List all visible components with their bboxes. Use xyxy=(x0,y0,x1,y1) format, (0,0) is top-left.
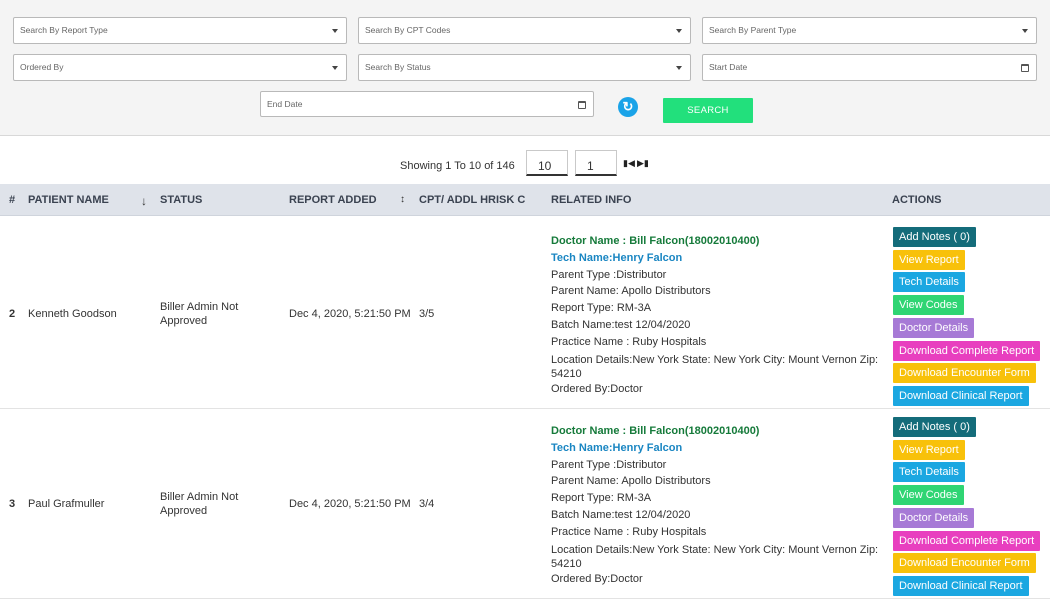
sort-arrow-down-icon[interactable]: ↓ xyxy=(141,194,147,208)
parent-type-select[interactable]: Search By Parent Type xyxy=(702,17,1037,44)
doctor-name: Doctor Name : Bill Falcon(18002010400) xyxy=(551,425,760,437)
location-zip: 54210 xyxy=(551,367,582,380)
download-encounter-form-button[interactable]: Download Encounter Form xyxy=(893,363,1036,383)
ordered-by-placeholder: Ordered By xyxy=(20,62,64,72)
header-related-info: RELATED INFO xyxy=(551,194,632,206)
status-select[interactable]: Search By Status xyxy=(358,54,691,81)
parent-name: Parent Name: Apollo Distributors xyxy=(551,475,711,488)
related-info: Doctor Name : Bill Falcon(18002010400) T… xyxy=(551,423,881,587)
end-date-input[interactable]: End Date xyxy=(260,91,594,117)
ordered-by-select[interactable]: Ordered By xyxy=(13,54,347,81)
chevron-down-icon xyxy=(676,29,682,33)
pagination: Showing 1 To 10 of 146 10 1 ▮◀ ▶▮ xyxy=(0,150,1050,180)
practice-name: Practice Name : Ruby Hospitals xyxy=(551,525,707,538)
chevron-down-icon xyxy=(1022,29,1028,33)
report-type-select[interactable]: Search By Report Type xyxy=(13,17,347,44)
location-details: Location Details:New York State: New Yor… xyxy=(551,543,879,556)
tech-details-button[interactable]: Tech Details xyxy=(893,462,965,482)
page-number-input[interactable]: 1 xyxy=(575,150,617,176)
doctor-details-button[interactable]: Doctor Details xyxy=(893,508,975,528)
calendar-icon[interactable] xyxy=(1021,64,1029,72)
doctor-name: Doctor Name : Bill Falcon(18002010400) xyxy=(551,235,760,247)
status-line1: Biller Admin Not xyxy=(160,301,239,313)
cpt-codes-placeholder: Search By CPT Codes xyxy=(365,25,451,35)
report-added: Dec 4, 2020, 5:21:50 PM xyxy=(289,498,411,510)
cpt-codes-select[interactable]: Search By CPT Codes xyxy=(358,17,691,44)
view-report-button[interactable]: View Report xyxy=(893,250,965,270)
patient-name: Paul Grafmuller xyxy=(28,498,105,510)
chevron-down-icon xyxy=(676,66,682,70)
download-complete-report-button[interactable]: Download Complete Report xyxy=(893,531,1041,551)
row-index: 2 xyxy=(9,308,16,320)
related-info: Doctor Name : Bill Falcon(18002010400) T… xyxy=(551,233,881,397)
page-size-input[interactable]: 10 xyxy=(526,150,568,176)
table-row: 2 Kenneth Goodson Biller Admin Not Appro… xyxy=(0,219,1050,409)
refresh-icon[interactable]: ↻ xyxy=(618,97,638,117)
pagination-summary: Showing 1 To 10 of 146 xyxy=(400,160,515,172)
download-clinical-report-button[interactable]: Download Clinical Report xyxy=(893,576,1029,596)
location-zip: 54210 xyxy=(551,557,582,570)
tech-name: Tech Name:Henry Falcon xyxy=(551,251,683,264)
download-clinical-report-button[interactable]: Download Clinical Report xyxy=(893,386,1029,406)
cpt-value: 3/5 xyxy=(419,308,435,320)
chevron-down-icon xyxy=(332,66,338,70)
add-notes-button[interactable]: Add Notes ( 0) xyxy=(893,227,976,247)
sort-toggle-icon[interactable]: ↕ xyxy=(400,194,405,205)
header-patient-name[interactable]: PATIENT NAME xyxy=(28,194,109,206)
status-placeholder: Search By Status xyxy=(365,62,431,72)
report-added: Dec 4, 2020, 5:21:50 PM xyxy=(289,308,411,320)
end-date-placeholder: End Date xyxy=(267,99,303,109)
location-details: Location Details:New York State: New Yor… xyxy=(551,353,879,366)
parent-name: Parent Name: Apollo Distributors xyxy=(551,285,711,298)
start-date-input[interactable]: Start Date xyxy=(702,54,1037,81)
ordered-by: Ordered By:Doctor xyxy=(551,382,643,395)
report-type: Report Type: RM-3A xyxy=(551,492,652,505)
view-codes-button[interactable]: View Codes xyxy=(893,485,964,505)
download-complete-report-button[interactable]: Download Complete Report xyxy=(893,341,1041,361)
cpt-value: 3/4 xyxy=(419,498,435,510)
header-cpt[interactable]: CPT/ ADDL HRISK C xyxy=(419,194,525,206)
header-index: # xyxy=(9,194,16,206)
patient-name: Kenneth Goodson xyxy=(28,308,117,320)
parent-type: Parent Type :Distributor xyxy=(551,268,667,281)
tech-details-button[interactable]: Tech Details xyxy=(893,272,965,292)
start-date-placeholder: Start Date xyxy=(709,62,748,72)
batch-name: Batch Name:test 12/04/2020 xyxy=(551,318,691,331)
practice-name: Practice Name : Ruby Hospitals xyxy=(551,335,707,348)
status-line2: Approved xyxy=(160,315,208,327)
status-line2: Approved xyxy=(160,505,208,517)
tech-name: Tech Name:Henry Falcon xyxy=(551,441,683,454)
calendar-icon[interactable] xyxy=(578,101,586,109)
last-page-icon[interactable]: ▶▮ xyxy=(637,158,649,169)
first-page-icon[interactable]: ▮◀ xyxy=(623,158,635,169)
report-type: Report Type: RM-3A xyxy=(551,302,652,315)
header-report-added[interactable]: REPORT ADDED xyxy=(289,194,377,206)
status-line1: Biller Admin Not xyxy=(160,491,239,503)
download-encounter-form-button[interactable]: Download Encounter Form xyxy=(893,553,1036,573)
doctor-details-button[interactable]: Doctor Details xyxy=(893,318,975,338)
table-row: 3 Paul Grafmuller Biller Admin Not Appro… xyxy=(0,409,1050,599)
parent-type: Parent Type :Distributor xyxy=(551,458,667,471)
chevron-down-icon xyxy=(332,29,338,33)
view-report-button[interactable]: View Report xyxy=(893,440,965,460)
filter-panel: Search By Report Type Search By CPT Code… xyxy=(0,0,1050,136)
add-notes-button[interactable]: Add Notes ( 0) xyxy=(893,417,976,437)
row-index: 3 xyxy=(9,498,16,510)
report-type-placeholder: Search By Report Type xyxy=(20,25,108,35)
batch-name: Batch Name:test 12/04/2020 xyxy=(551,508,691,521)
ordered-by: Ordered By:Doctor xyxy=(551,572,643,585)
table-header: # PATIENT NAME ↓ STATUS REPORT ADDED ↕ C… xyxy=(0,184,1050,216)
search-button[interactable]: SEARCH xyxy=(663,98,753,123)
header-actions: ACTIONS xyxy=(892,194,942,206)
view-codes-button[interactable]: View Codes xyxy=(893,295,964,315)
header-status[interactable]: STATUS xyxy=(160,194,202,206)
parent-type-placeholder: Search By Parent Type xyxy=(709,25,797,35)
